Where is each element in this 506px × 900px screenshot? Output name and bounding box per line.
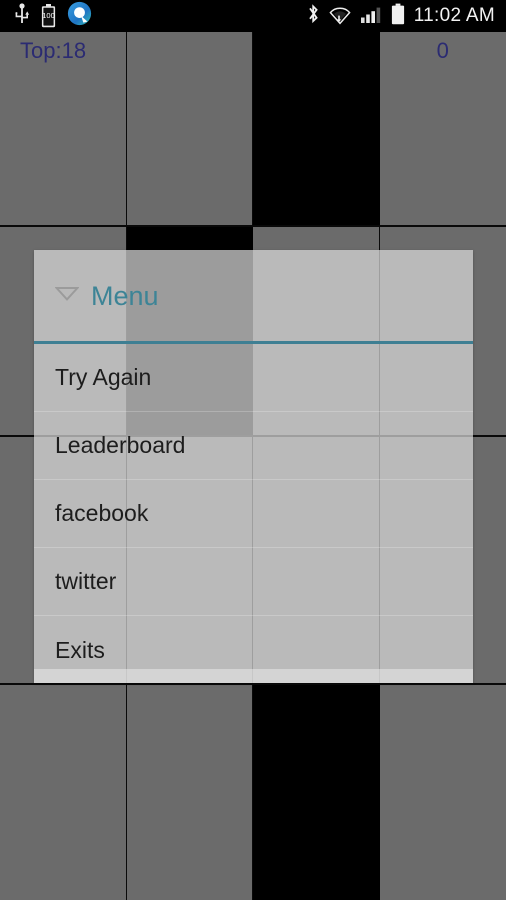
tile-row-4 <box>0 685 506 900</box>
menu-item-label: twitter <box>55 568 117 594</box>
menu-dialog-title: Menu <box>91 280 159 311</box>
qihoo-app-icon <box>67 1 92 31</box>
menu-item-facebook[interactable]: facebook <box>34 480 473 548</box>
status-bar: 100 11:02 AM <box>0 0 506 32</box>
tile-r4-c4[interactable] <box>379 685 506 900</box>
battery-percent-text: 100 <box>42 11 55 20</box>
menu-item-label: facebook <box>55 500 149 526</box>
battery-percent-icon: 100 <box>41 4 56 28</box>
tile-r4-c1[interactable] <box>0 685 127 900</box>
chevron-down-icon <box>54 286 80 306</box>
status-bar-right-icons: 11:02 AM <box>307 0 506 32</box>
menu-item-twitter[interactable]: twitter <box>34 548 473 616</box>
top-score-label: Top:18 <box>20 38 87 63</box>
tile-r4-c2[interactable] <box>126 685 253 900</box>
menu-item-try-again[interactable]: Try Again <box>34 344 473 412</box>
bluetooth-icon <box>307 3 320 30</box>
battery-icon <box>391 3 405 30</box>
cellular-signal-icon <box>360 3 382 30</box>
menu-item-leaderboard[interactable]: Leaderboard <box>34 412 473 480</box>
status-bar-left-icons: 100 <box>0 1 92 31</box>
menu-dialog: Menu Try Again Leaderboard facebook twit… <box>34 250 473 683</box>
tile-r4-c3-black[interactable] <box>253 685 380 900</box>
tile-r1-c2[interactable] <box>126 32 253 226</box>
menu-item-label: Try Again <box>55 364 152 390</box>
wifi-icon <box>329 3 351 30</box>
menu-item-label: Leaderboard <box>55 432 186 458</box>
usb-icon <box>14 2 30 30</box>
menu-item-list: Try Again Leaderboard facebook twitter E… <box>34 344 473 684</box>
status-bar-clock: 11:02 AM <box>413 5 495 26</box>
menu-item-label: Exits <box>55 636 105 663</box>
tile-r1-c3-black[interactable] <box>253 32 380 226</box>
current-score: 0 <box>436 38 449 63</box>
tile-r1-c4[interactable]: 0 <box>379 32 506 226</box>
tile-row-1: Top:18 0 <box>0 32 506 226</box>
menu-dialog-footer-strip <box>34 669 473 683</box>
tile-r1-c1[interactable]: Top:18 <box>0 32 127 226</box>
phone-screen: 100 11:02 AM Top:18 0 Menu Try Again Lea… <box>0 0 506 900</box>
menu-dialog-header: Menu <box>34 250 473 342</box>
